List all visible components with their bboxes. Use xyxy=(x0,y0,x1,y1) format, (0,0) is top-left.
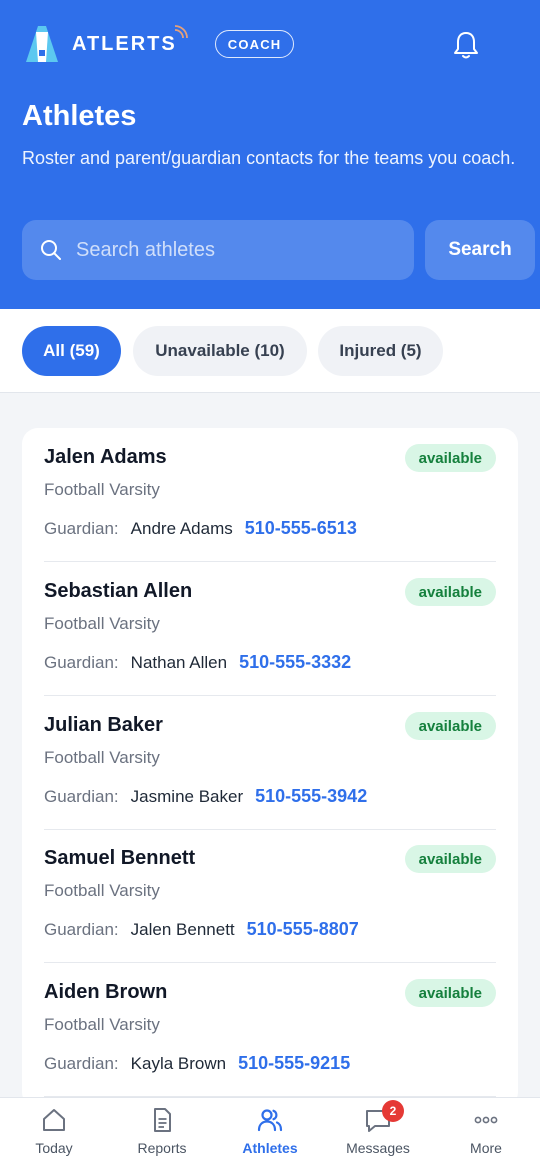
page-title: Athletes xyxy=(22,100,137,132)
search-button[interactable]: Search xyxy=(425,220,535,280)
nav-item-messages[interactable]: 2 Messages xyxy=(324,1098,432,1169)
users-icon xyxy=(257,1109,283,1132)
guardian-line: Guardian: Kayla Brown 510-555-9215 xyxy=(44,1053,350,1074)
guardian-label: Guardian: xyxy=(44,920,119,939)
athlete-list: Jalen Adams available Football Varsity G… xyxy=(22,428,518,1108)
nav-label-messages: Messages xyxy=(346,1140,410,1156)
athlete-team: Football Varsity xyxy=(44,480,160,499)
guardian-label: Guardian: xyxy=(44,519,119,538)
athlete-row[interactable]: Sebastian Allen available Football Varsi… xyxy=(44,562,496,696)
guardian-label: Guardian: xyxy=(44,787,119,806)
athlete-team: Football Varsity xyxy=(44,748,160,767)
app-logo: ATLERTS COACH xyxy=(22,24,295,64)
guardian-name: Andre Adams xyxy=(130,519,233,538)
athlete-name: Sebastian Allen xyxy=(44,580,193,602)
document-icon xyxy=(154,1108,171,1132)
page-subtitle: Roster and parent/guardian contacts for … xyxy=(22,148,516,168)
athlete-row[interactable]: Jalen Adams available Football Varsity G… xyxy=(44,428,496,562)
notification-bell-icon[interactable] xyxy=(452,30,480,60)
athlete-name: Julian Baker xyxy=(44,714,163,736)
guardian-phone-link[interactable]: 510-555-8807 xyxy=(247,919,359,940)
status-badge: available xyxy=(404,845,496,873)
athlete-name: Samuel Bennett xyxy=(44,847,196,869)
filter-bar: All (59) Unavailable (10) Injured (5) xyxy=(0,309,540,393)
app-header: ATLERTS COACH Athletes Roster and parent… xyxy=(0,0,540,309)
guardian-label: Guardian: xyxy=(44,1054,119,1073)
athlete-row[interactable]: Samuel Bennett available Football Varsit… xyxy=(44,829,496,963)
guardian-phone-link[interactable]: 510-555-3332 xyxy=(239,652,351,673)
role-badge: COACH xyxy=(214,30,295,58)
search-icon xyxy=(41,240,61,260)
bottom-nav: Today Reports Athletes 2 Messages More xyxy=(0,1097,540,1169)
nav-item-athletes[interactable]: Athletes xyxy=(216,1098,324,1169)
guardian-phone-link[interactable]: 510-555-9215 xyxy=(238,1053,350,1074)
guardian-name: Nathan Allen xyxy=(130,653,228,672)
guardian-name: Jasmine Baker xyxy=(130,787,244,806)
filter-chip-injured[interactable]: Injured (5) xyxy=(318,326,443,376)
guardian-line: Guardian: Andre Adams 510-555-6513 xyxy=(44,518,357,539)
more-dots-icon xyxy=(474,1116,498,1124)
nav-label-reports: Reports xyxy=(137,1140,187,1156)
nav-item-more[interactable]: More xyxy=(432,1098,540,1169)
messages-icon-wrap: 2 xyxy=(364,1100,404,1134)
athlete-team: Football Varsity xyxy=(44,881,160,900)
status-badge: available xyxy=(404,979,496,1007)
nav-item-today[interactable]: Today xyxy=(0,1098,108,1169)
nav-label-athletes: Athletes xyxy=(242,1140,298,1156)
nav-label-today: Today xyxy=(35,1140,73,1156)
search-box xyxy=(22,220,414,280)
guardian-phone-link[interactable]: 510-555-6513 xyxy=(245,518,357,539)
status-badge: available xyxy=(404,444,496,472)
athlete-team: Football Varsity xyxy=(44,614,160,633)
unread-badge: 2 xyxy=(382,1100,404,1122)
filter-chip-unavailable[interactable]: Unavailable (10) xyxy=(133,326,307,376)
guardian-line: Guardian: Jalen Bennett 510-555-8807 xyxy=(44,919,359,940)
athlete-name: Aiden Brown xyxy=(44,981,168,1003)
athlete-team: Football Varsity xyxy=(44,1015,160,1034)
guardian-line: Guardian: Jasmine Baker 510-555-3942 xyxy=(44,786,367,807)
status-badge: available xyxy=(404,578,496,606)
search-input[interactable] xyxy=(76,238,376,262)
guardian-name: Jalen Bennett xyxy=(130,920,235,939)
athlete-row[interactable]: Aiden Brown available Football Varsity G… xyxy=(44,963,496,1097)
filter-chip-all[interactable]: All (59) xyxy=(22,326,121,376)
guardian-line: Guardian: Nathan Allen 510-555-3332 xyxy=(44,652,351,673)
nav-label-more: More xyxy=(470,1140,502,1156)
home-icon xyxy=(43,1109,65,1131)
athlete-row[interactable]: Julian Baker available Football Varsity … xyxy=(44,696,496,830)
athlete-name: Jalen Adams xyxy=(44,446,167,468)
guardian-label: Guardian: xyxy=(44,653,119,672)
guardian-name: Kayla Brown xyxy=(130,1054,227,1073)
nav-item-reports[interactable]: Reports xyxy=(108,1098,216,1169)
logo-mark-icon xyxy=(26,26,58,62)
logo-text: ATLERTS xyxy=(72,32,177,55)
signal-icon xyxy=(174,25,188,39)
status-badge: available xyxy=(404,712,496,740)
guardian-phone-link[interactable]: 510-555-3942 xyxy=(255,786,367,807)
